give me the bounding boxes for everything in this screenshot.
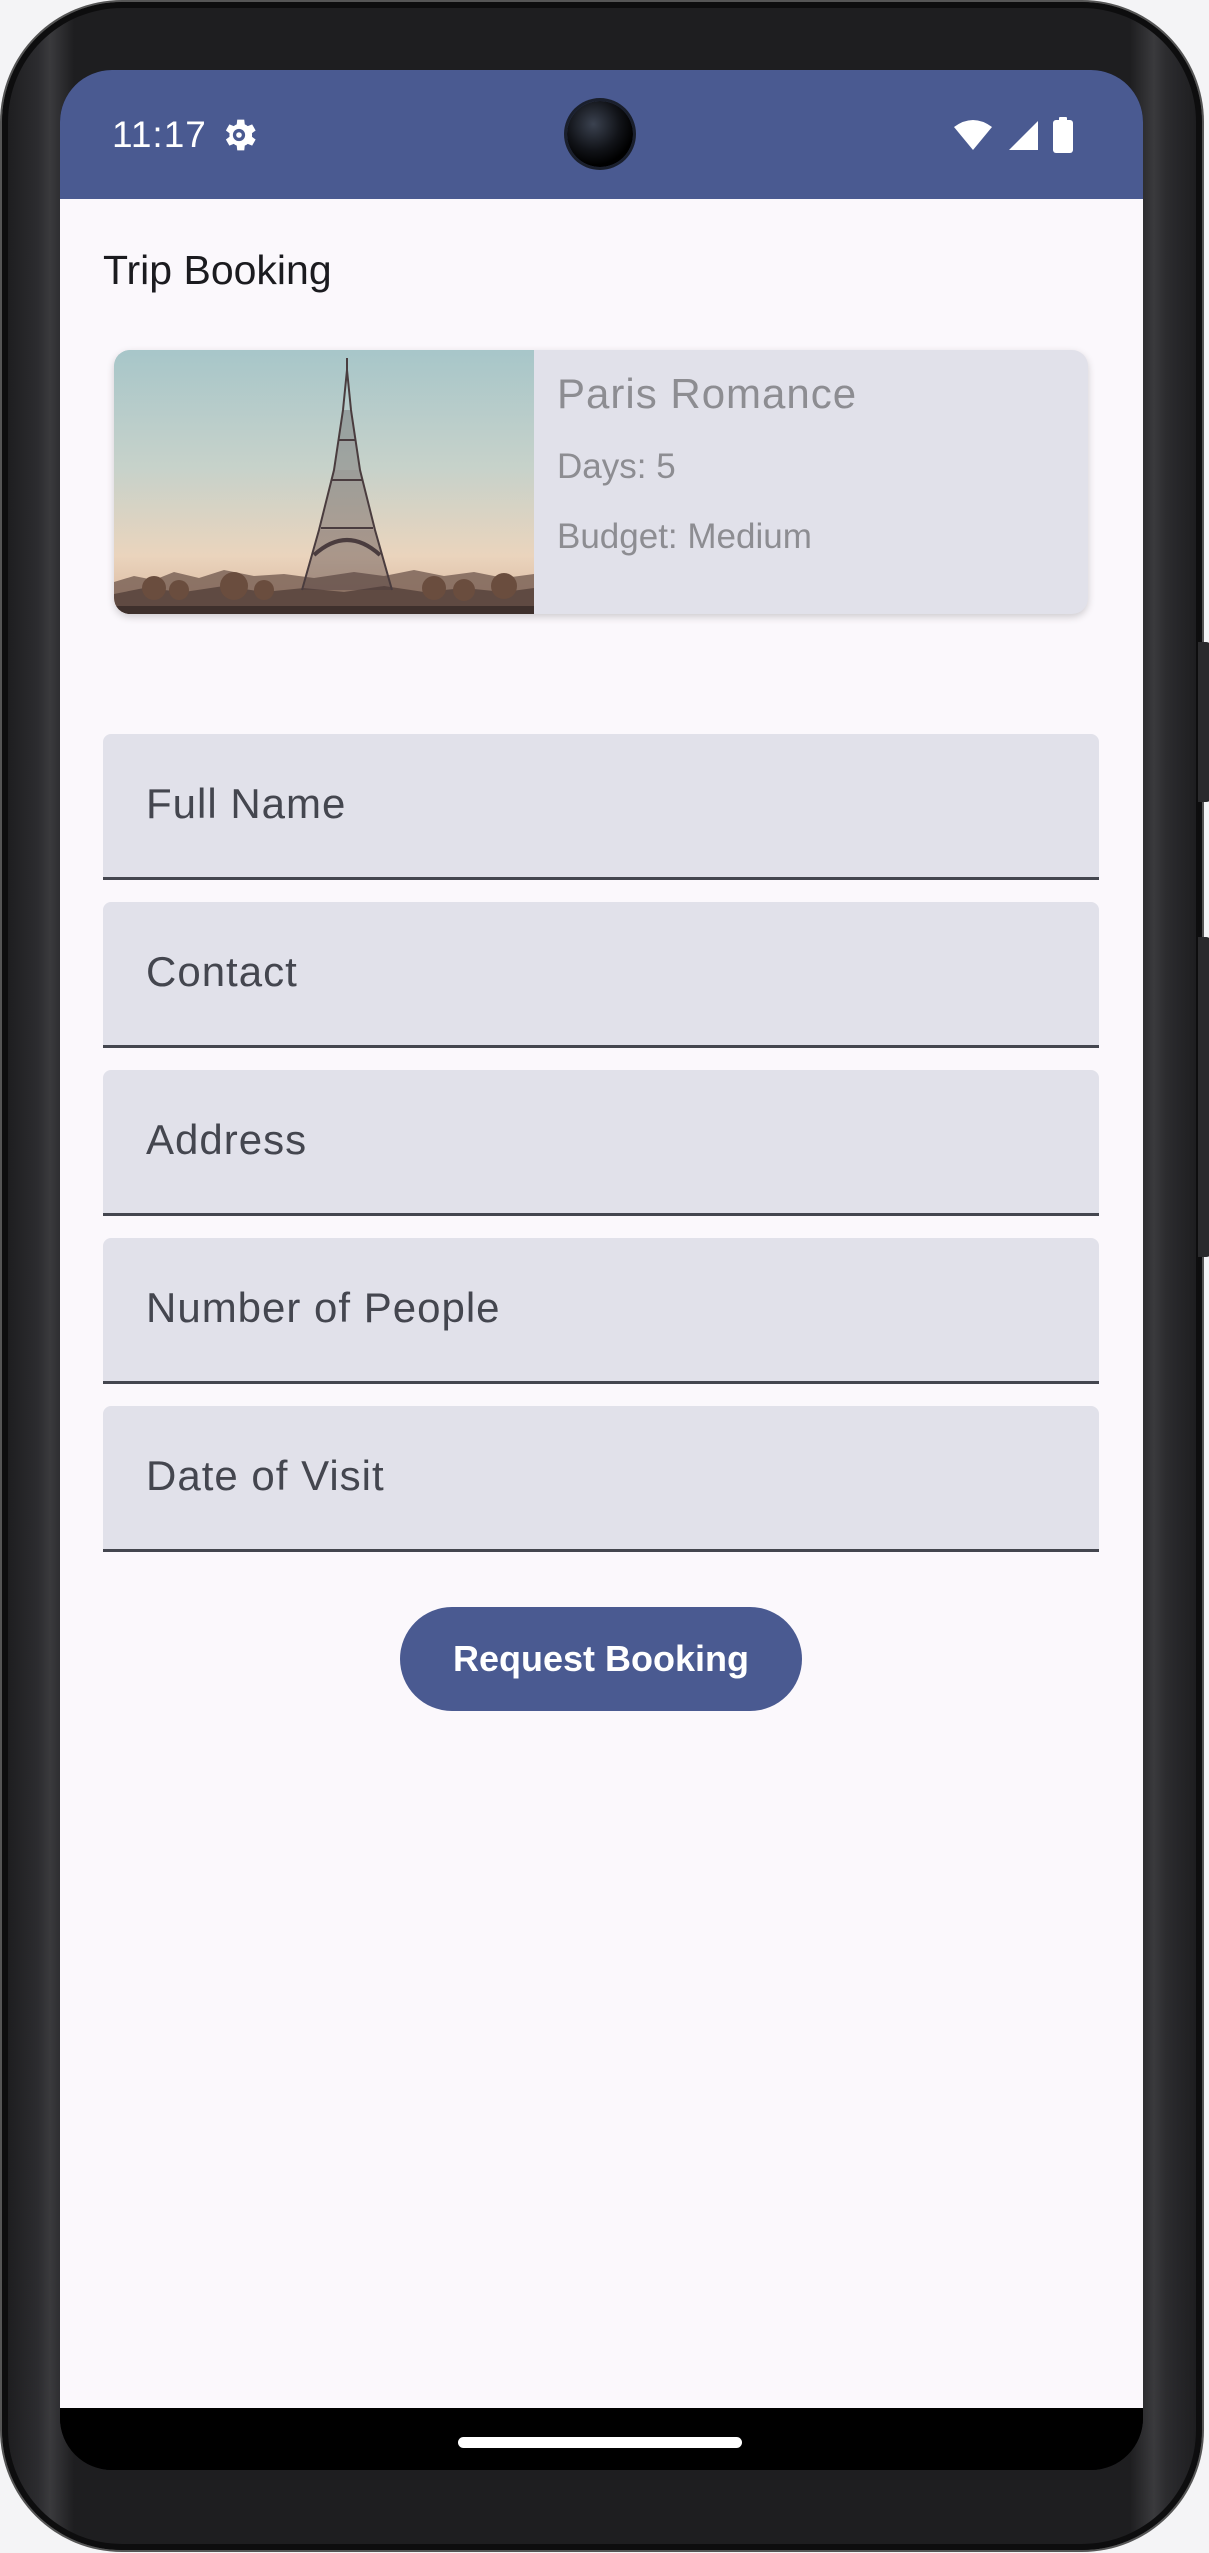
trip-title: Paris Romance <box>557 370 858 417</box>
app-content: Trip Booking Paris Romance Days: 5 Budge… <box>60 199 1143 2408</box>
battery-icon <box>1053 117 1073 153</box>
number-of-people-label: Number of People <box>146 1284 501 1331</box>
front-camera <box>567 101 633 167</box>
status-icons <box>953 117 1073 153</box>
status-time: 11:17 <box>112 114 207 155</box>
eiffel-tower-photo <box>114 350 534 614</box>
navigation-bar <box>60 2408 1143 2470</box>
number-of-people-field[interactable]: Number of People <box>103 1238 1099 1384</box>
contact-label: Contact <box>146 948 298 995</box>
contact-field[interactable]: Contact <box>103 902 1099 1048</box>
address-field[interactable]: Address <box>103 1070 1099 1216</box>
gear-icon <box>225 119 256 151</box>
wifi-icon <box>954 120 992 150</box>
eiffel-tower-illustration <box>114 350 534 614</box>
volume-rocker <box>1198 937 1209 1257</box>
trip-card[interactable]: Paris Romance Days: 5 Budget: Medium <box>114 350 1088 614</box>
page-title: Trip Booking <box>103 247 332 293</box>
power-button <box>1198 642 1209 802</box>
date-of-visit-label: Date of Visit <box>146 1452 385 1499</box>
trip-days: Days: 5 <box>557 447 676 486</box>
full-name-field[interactable]: Full Name <box>103 734 1099 880</box>
status-bar: 11:17 <box>60 70 1143 199</box>
full-name-label: Full Name <box>146 780 347 827</box>
cellular-signal-icon <box>1009 121 1038 150</box>
home-gesture-handle[interactable] <box>458 2437 742 2448</box>
phone-frame: 11:17 Trip Booking Paris Romance Days: 5… <box>2 2 1209 2550</box>
address-label: Address <box>146 1116 308 1163</box>
date-of-visit-field[interactable]: Date of Visit <box>103 1406 1099 1552</box>
trip-budget: Budget: Medium <box>557 517 812 556</box>
phone-screen: 11:17 Trip Booking Paris Romance Days: 5… <box>60 70 1143 2470</box>
request-booking-button[interactable]: Request Booking <box>400 1607 802 1711</box>
